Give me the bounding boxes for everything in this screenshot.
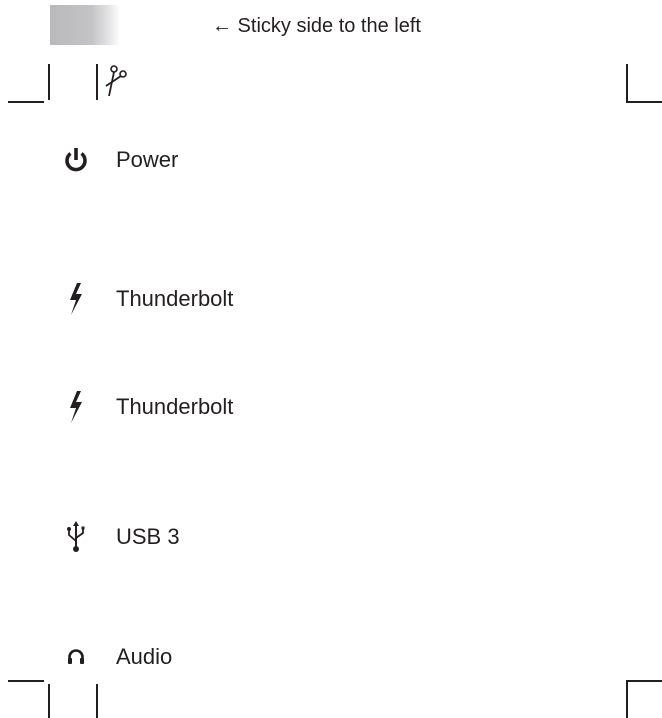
crop-mark-top-right-horizontal [626, 101, 662, 103]
power-icon [56, 140, 96, 180]
sticky-side-swatch [50, 5, 120, 45]
crop-mark-bottom-left-horizontal [8, 680, 44, 682]
port-label-power: Power [116, 147, 179, 172]
crop-mark-top-left-vertical [48, 64, 50, 100]
headphones-icon [56, 637, 96, 677]
port-label-usb: USB 3 [116, 524, 180, 549]
port-label-audio: Audio [116, 644, 173, 669]
crop-mark-top-left-horizontal [8, 101, 44, 103]
usb-icon [56, 517, 96, 557]
port-row-usb: USB 3 [56, 517, 180, 557]
port-row-thunderbolt-1: Thunderbolt [56, 279, 233, 319]
crop-mark-top-right-vertical [626, 64, 628, 102]
crop-mark-bottom-inner-vertical [96, 684, 98, 718]
crop-mark-bottom-left-vertical [48, 684, 50, 718]
port-row-thunderbolt-2: Thunderbolt [56, 387, 233, 427]
thunderbolt-icon [56, 387, 96, 427]
sticky-side-note: ← Sticky side to the left [212, 15, 421, 37]
thunderbolt-icon [56, 279, 96, 319]
port-row-audio: Audio [56, 637, 172, 677]
crop-mark-bottom-right-vertical [626, 680, 628, 718]
port-label-thunderbolt-2: Thunderbolt [116, 394, 234, 419]
crop-mark-bottom-right-horizontal [626, 680, 662, 682]
port-row-power: Power [56, 140, 178, 180]
scissors-icon [105, 65, 127, 97]
port-label-thunderbolt-1: Thunderbolt [116, 286, 234, 311]
